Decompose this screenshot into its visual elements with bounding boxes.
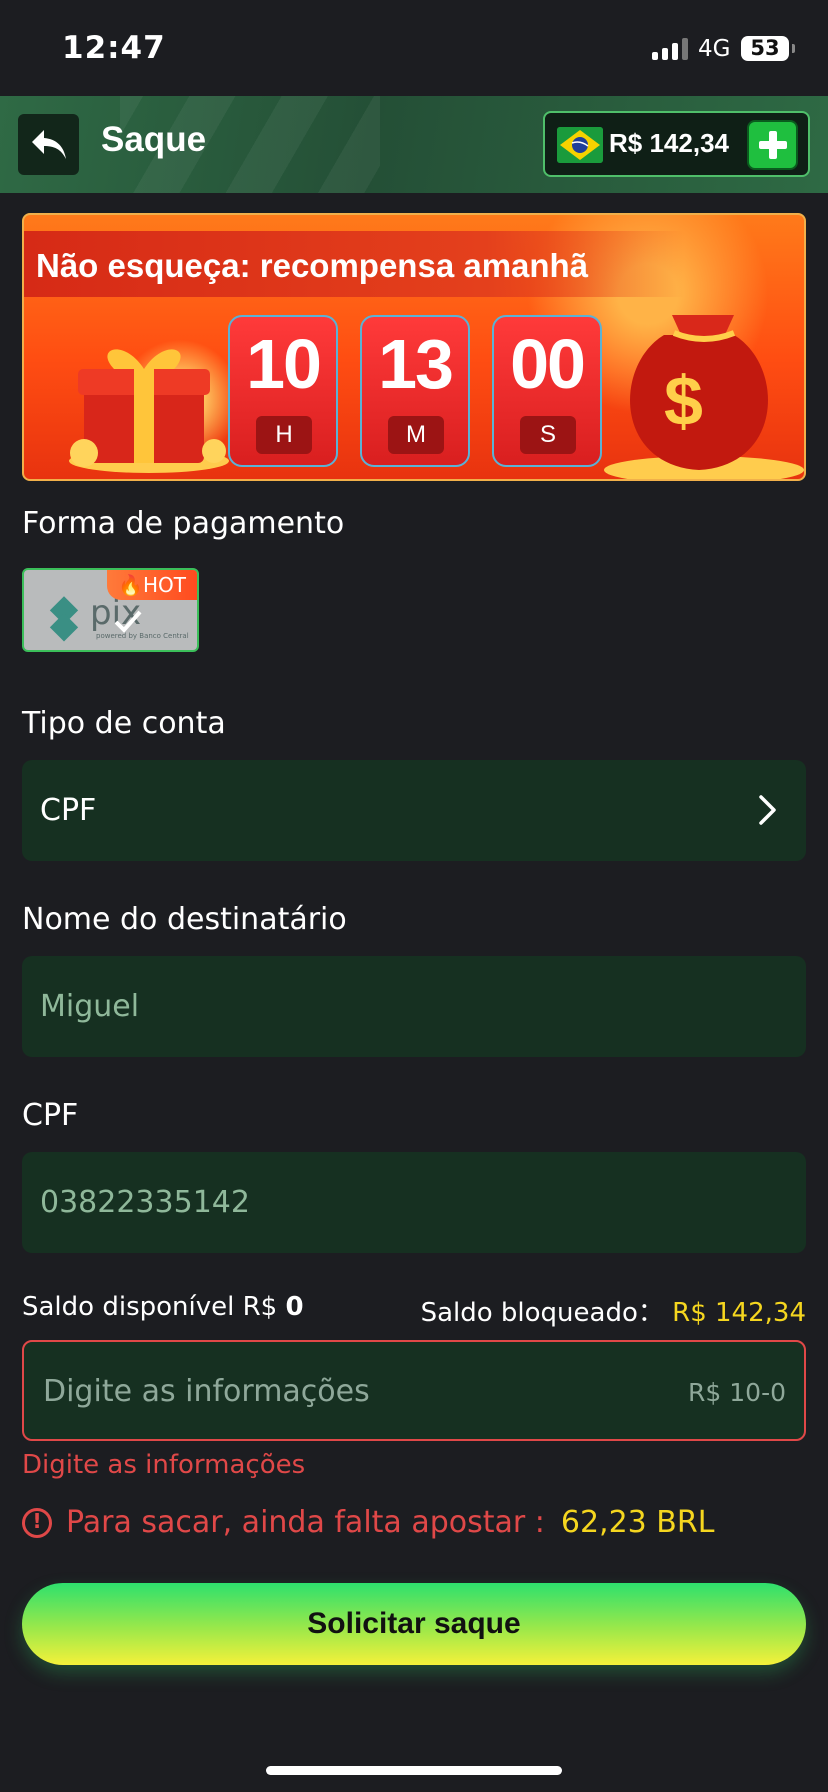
timer-minutes: 13 M bbox=[360, 315, 470, 467]
cpf-label: CPF bbox=[22, 1098, 79, 1133]
available-balance: Saldo disponível R$ 0 bbox=[22, 1292, 304, 1322]
timer-seconds-unit: S bbox=[520, 416, 576, 454]
brazil-flag-icon bbox=[557, 127, 603, 163]
pix-payment-option[interactable]: pix powered by Banco Central 🔥HOT bbox=[22, 568, 199, 652]
blocked-balance-label: Saldo bloqueado： bbox=[420, 1298, 664, 1328]
payment-method-label: Forma de pagamento bbox=[22, 506, 345, 541]
gift-box-icon bbox=[69, 349, 229, 473]
home-indicator[interactable] bbox=[266, 1766, 562, 1775]
chevron-right-icon bbox=[759, 795, 776, 825]
betting-requirement-warning: Para sacar, ainda falta apostar : 62,23 … bbox=[22, 1505, 714, 1540]
account-type-value: CPF bbox=[40, 793, 97, 828]
recipient-name-value: Miguel bbox=[40, 989, 140, 1024]
blocked-balance-value: R$ 142,34 bbox=[672, 1298, 806, 1328]
request-withdrawal-label: Solicitar saque bbox=[307, 1607, 521, 1640]
timer-seconds: 00 S bbox=[492, 315, 602, 467]
account-type-label: Tipo de conta bbox=[22, 706, 226, 741]
battery-icon: 53 bbox=[741, 36, 795, 61]
amount-placeholder: Digite as informações bbox=[43, 1374, 370, 1409]
alert-circle-icon bbox=[22, 1507, 52, 1538]
balance-amount: R$ 142,34 bbox=[609, 128, 729, 158]
blocked-balance: Saldo bloqueado： R$ 142,34 bbox=[421, 1292, 806, 1329]
amount-error-message: Digite as informações bbox=[22, 1450, 306, 1480]
svg-text:powered by Banco Central: powered by Banco Central bbox=[96, 632, 189, 640]
money-bag-icon: $ bbox=[604, 315, 804, 479]
timer-minutes-unit: M bbox=[388, 416, 444, 454]
timer-hours-unit: H bbox=[256, 416, 312, 454]
timer-hours-value: 10 bbox=[246, 325, 322, 403]
banner-title: Não esqueça: recompensa amanhã bbox=[36, 247, 589, 284]
request-withdrawal-button[interactable]: Solicitar saque bbox=[22, 1583, 806, 1665]
hot-badge: 🔥HOT bbox=[107, 570, 197, 600]
status-bar: 12:47 4G 53 bbox=[0, 0, 828, 96]
plus-icon bbox=[758, 131, 787, 159]
cpf-value: 03822335142 bbox=[40, 1185, 250, 1220]
recipient-name-label: Nome do destinatário bbox=[22, 902, 347, 937]
signal-icon bbox=[652, 36, 688, 60]
deposit-plus-button[interactable] bbox=[747, 120, 798, 170]
balance-widget: R$ 142,34 bbox=[543, 111, 810, 177]
warning-value: 62,23 BRL bbox=[560, 1505, 715, 1540]
warning-text: Para sacar, ainda falta apostar : bbox=[66, 1505, 545, 1540]
timer-hours: 10 H bbox=[228, 315, 338, 467]
withdraw-amount-input[interactable]: Digite as informações R$ 10-0 bbox=[22, 1340, 806, 1441]
cpf-field[interactable]: 03822335142 bbox=[22, 1152, 806, 1253]
timer-minutes-value: 13 bbox=[378, 325, 454, 403]
status-time: 12:47 bbox=[62, 30, 166, 66]
page-header: Saque R$ 142,34 bbox=[0, 96, 828, 193]
recipient-name-field[interactable]: Miguel bbox=[22, 956, 806, 1057]
available-balance-label: Saldo disponível R$ bbox=[22, 1292, 278, 1322]
amount-range: R$ 10-0 bbox=[688, 1378, 786, 1407]
timer-seconds-value: 00 bbox=[510, 325, 586, 403]
account-type-select[interactable]: CPF bbox=[22, 760, 806, 861]
back-button[interactable] bbox=[18, 114, 79, 175]
reward-countdown-banner[interactable]: $ Não esqueça: recompensa amanhã 10 H 13… bbox=[22, 213, 806, 481]
page-title: Saque bbox=[101, 120, 207, 159]
available-balance-value: 0 bbox=[285, 1292, 304, 1322]
network-type: 4G bbox=[698, 36, 731, 62]
back-arrow-icon bbox=[31, 129, 66, 159]
svg-text:$: $ bbox=[664, 362, 703, 440]
